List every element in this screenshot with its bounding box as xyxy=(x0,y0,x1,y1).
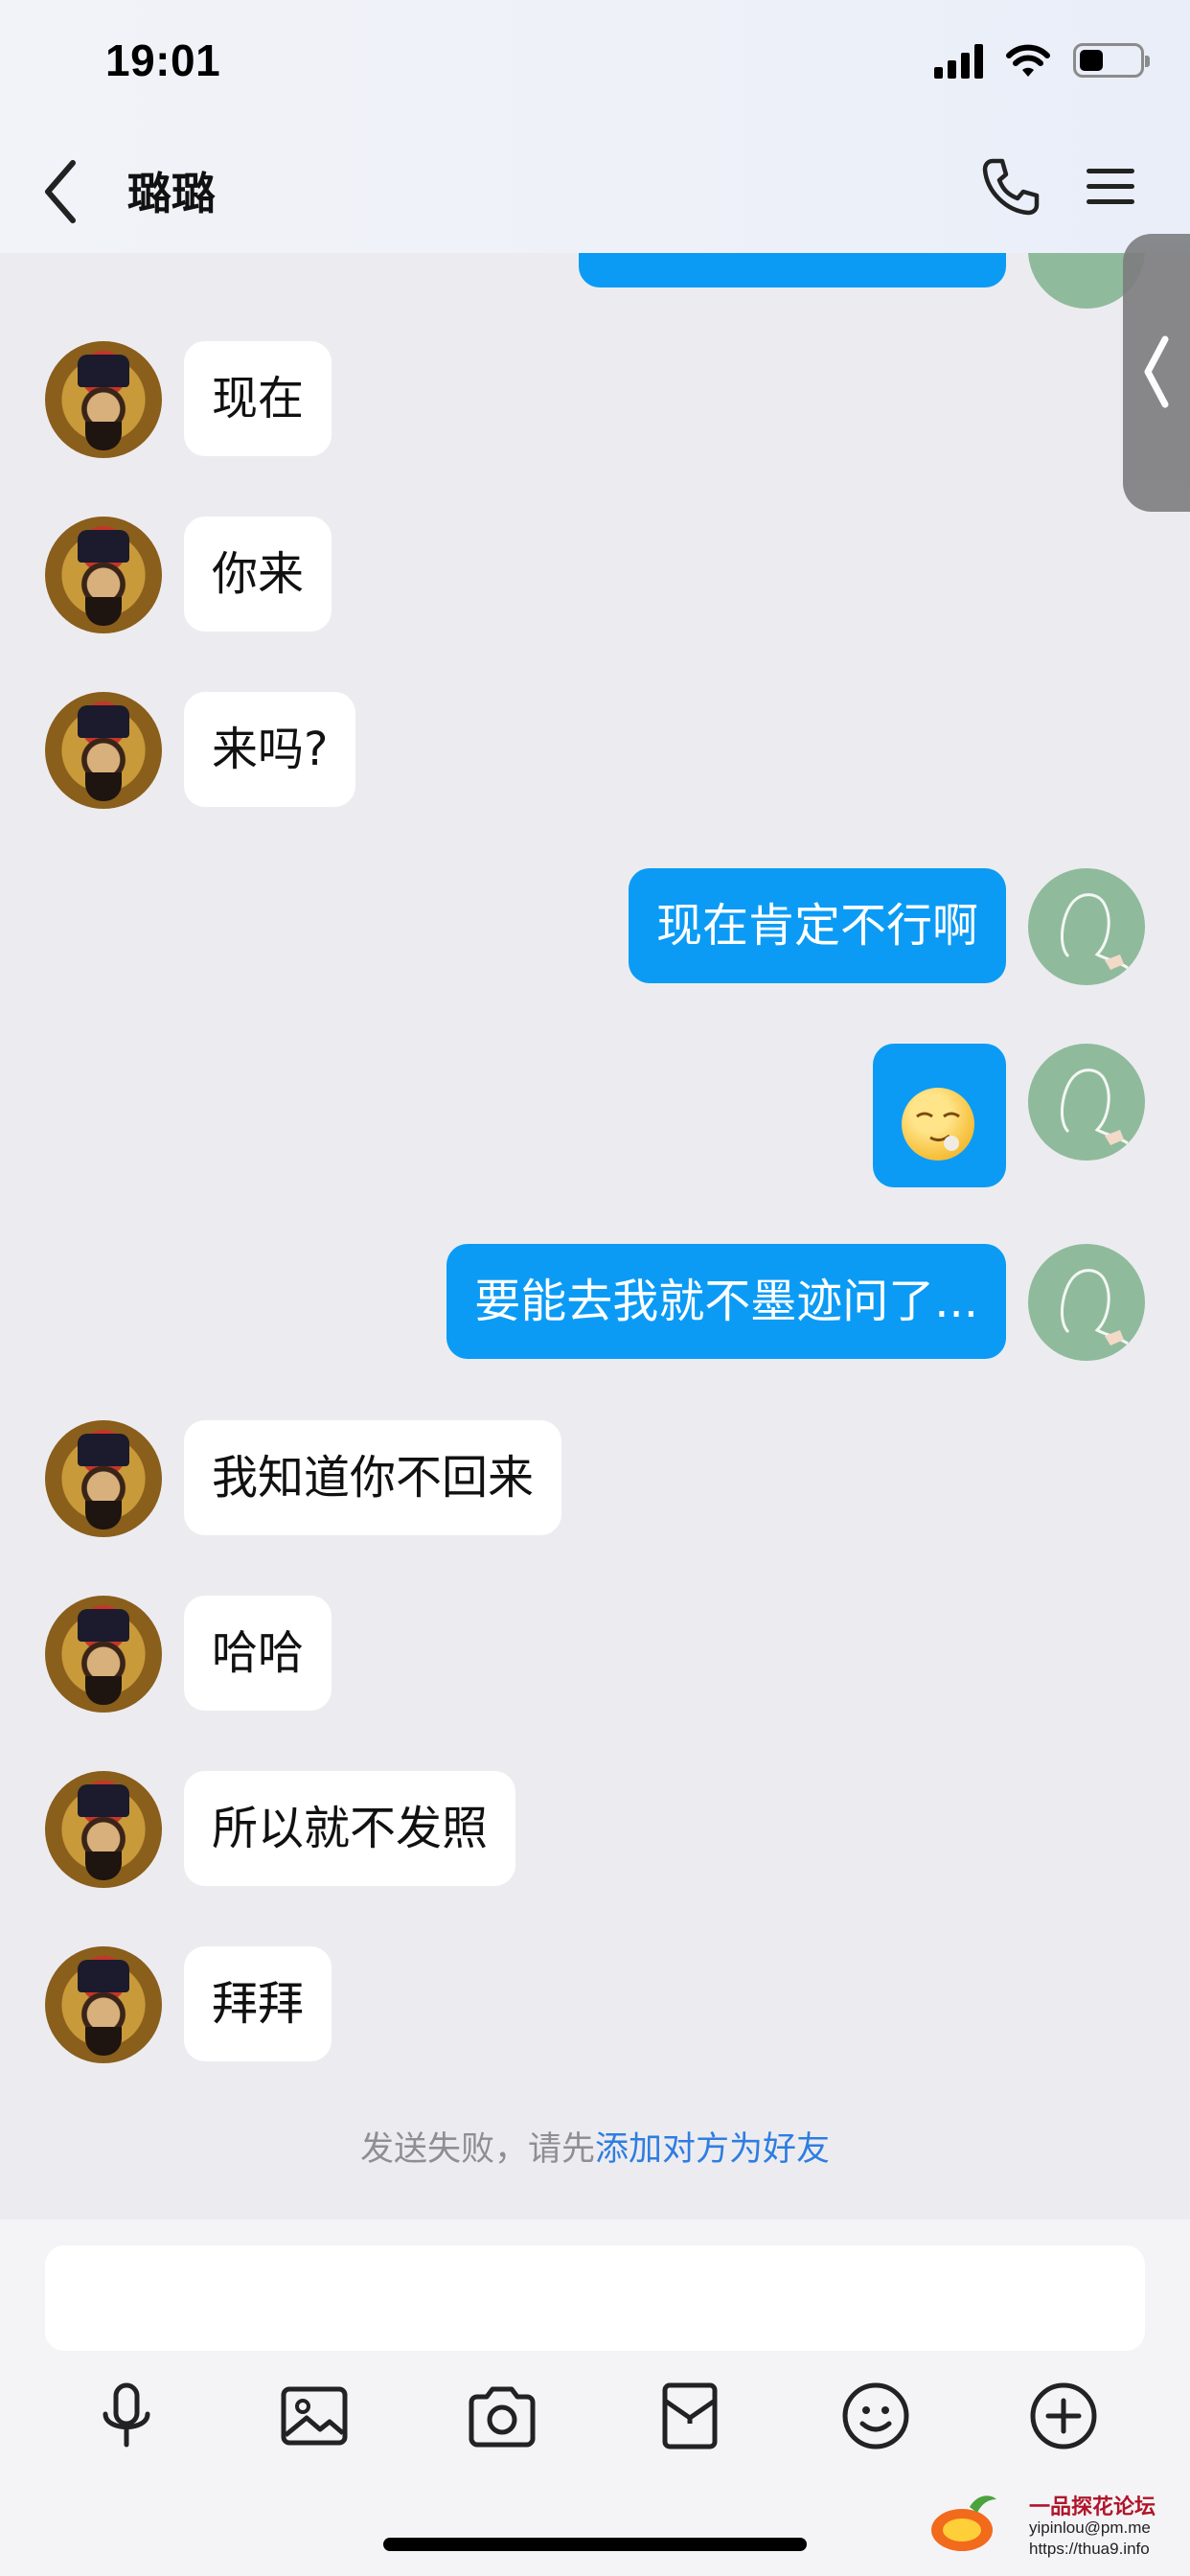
message-bubble-sent-clipped[interactable] xyxy=(579,253,1006,288)
message-bubble-received[interactable]: 来吗? xyxy=(184,692,356,807)
back-chevron-icon[interactable] xyxy=(38,153,86,230)
home-indicator xyxy=(383,2538,807,2551)
message-bubble-sent[interactable]: 现在肯定不行啊 xyxy=(628,868,1006,983)
my-avatar[interactable] xyxy=(1028,1244,1145,1361)
contact-avatar[interactable] xyxy=(45,1420,162,1537)
contact-avatar[interactable] xyxy=(45,1946,162,2063)
top-bar: 19:01 璐璐 xyxy=(0,0,1190,253)
side-drawer-handle[interactable] xyxy=(1123,234,1190,512)
add-friend-link[interactable]: 添加对方为好友 xyxy=(595,2130,830,2169)
send-failed-notice: 发送失败，请先添加对方为好友 xyxy=(0,2122,1190,2171)
contact-avatar[interactable] xyxy=(45,517,162,633)
contact-avatar[interactable] xyxy=(45,1596,162,1713)
message-bubble-received[interactable]: 你来 xyxy=(184,517,332,632)
message-bubble-sent[interactable]: 要能去我就不墨迹问了... xyxy=(446,1244,1006,1359)
cellular-signal-icon xyxy=(934,42,983,79)
watermark-title: 一品探花论坛 xyxy=(1029,2496,1156,2519)
message-bubble-received[interactable]: 现在 xyxy=(184,341,332,456)
send-failed-text: 发送失败，请先 xyxy=(359,2130,595,2169)
wifi-icon xyxy=(1006,44,1050,77)
status-time: 19:01 xyxy=(105,35,221,85)
battery-icon xyxy=(1073,43,1150,78)
message-bubble-received[interactable]: 哈哈 xyxy=(184,1596,332,1711)
chat-area[interactable]: 现在 你来 来吗? 现在肯定不行啊 要能去我就不墨迹问了... 我知道你不回来 … xyxy=(0,253,1190,2220)
message-input[interactable] xyxy=(45,2245,1145,2351)
message-bubble-received[interactable]: 所以就不发照 xyxy=(184,1771,516,1886)
red-packet-icon[interactable] xyxy=(652,2378,728,2454)
status-icons xyxy=(934,42,1150,79)
image-icon[interactable] xyxy=(276,2378,353,2454)
message-bubble-received[interactable]: 我知道你不回来 xyxy=(184,1420,562,1535)
contact-avatar[interactable] xyxy=(45,692,162,809)
contact-name-title: 璐璐 xyxy=(127,168,216,219)
watermark: 一品探花论坛 yipinlou@pm.me https://thua9.info xyxy=(927,2482,1167,2559)
contact-avatar[interactable] xyxy=(45,341,162,458)
chevron-left-icon xyxy=(1144,335,1169,408)
smiley-icon[interactable] xyxy=(837,2378,914,2454)
my-avatar[interactable] xyxy=(1028,1044,1145,1161)
message-bubble-received[interactable]: 拜拜 xyxy=(184,1946,332,2061)
my-avatar[interactable] xyxy=(1028,868,1145,985)
menu-icon[interactable] xyxy=(1085,163,1136,211)
input-toolbar xyxy=(0,2378,1190,2483)
watermark-email: yipinlou@pm.me xyxy=(1029,2518,1151,2537)
microphone-icon[interactable] xyxy=(88,2378,165,2454)
contact-avatar[interactable] xyxy=(45,1771,162,1888)
smirk-face-emoji-icon xyxy=(902,1088,974,1161)
watermark-logo-icon xyxy=(931,2496,996,2551)
phone-call-icon[interactable] xyxy=(979,155,1042,218)
plus-icon[interactable] xyxy=(1025,2378,1102,2454)
watermark-url: https://thua9.info xyxy=(1029,2540,1150,2558)
camera-icon[interactable] xyxy=(464,2378,540,2454)
message-bubble-sent-emoji[interactable] xyxy=(873,1044,1006,1187)
